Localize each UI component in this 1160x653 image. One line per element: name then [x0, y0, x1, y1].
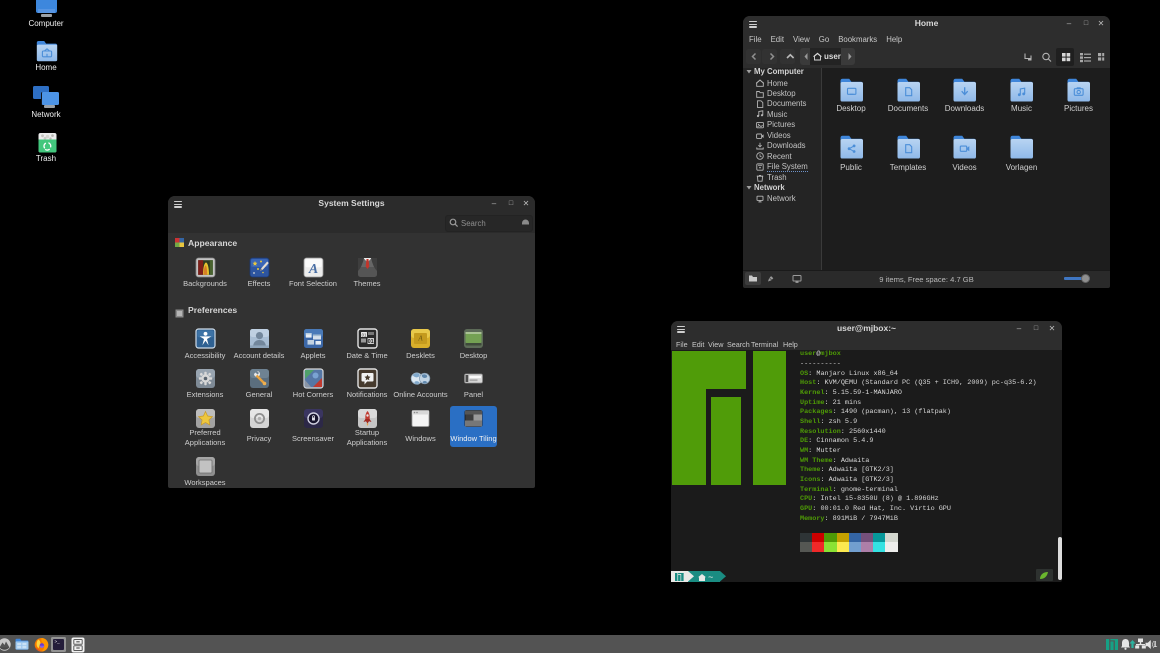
svg-text:01: 01 — [361, 332, 366, 337]
svg-text:A: A — [307, 262, 317, 277]
svg-text:01: 01 — [367, 339, 373, 345]
svg-text:A: A — [417, 335, 423, 343]
